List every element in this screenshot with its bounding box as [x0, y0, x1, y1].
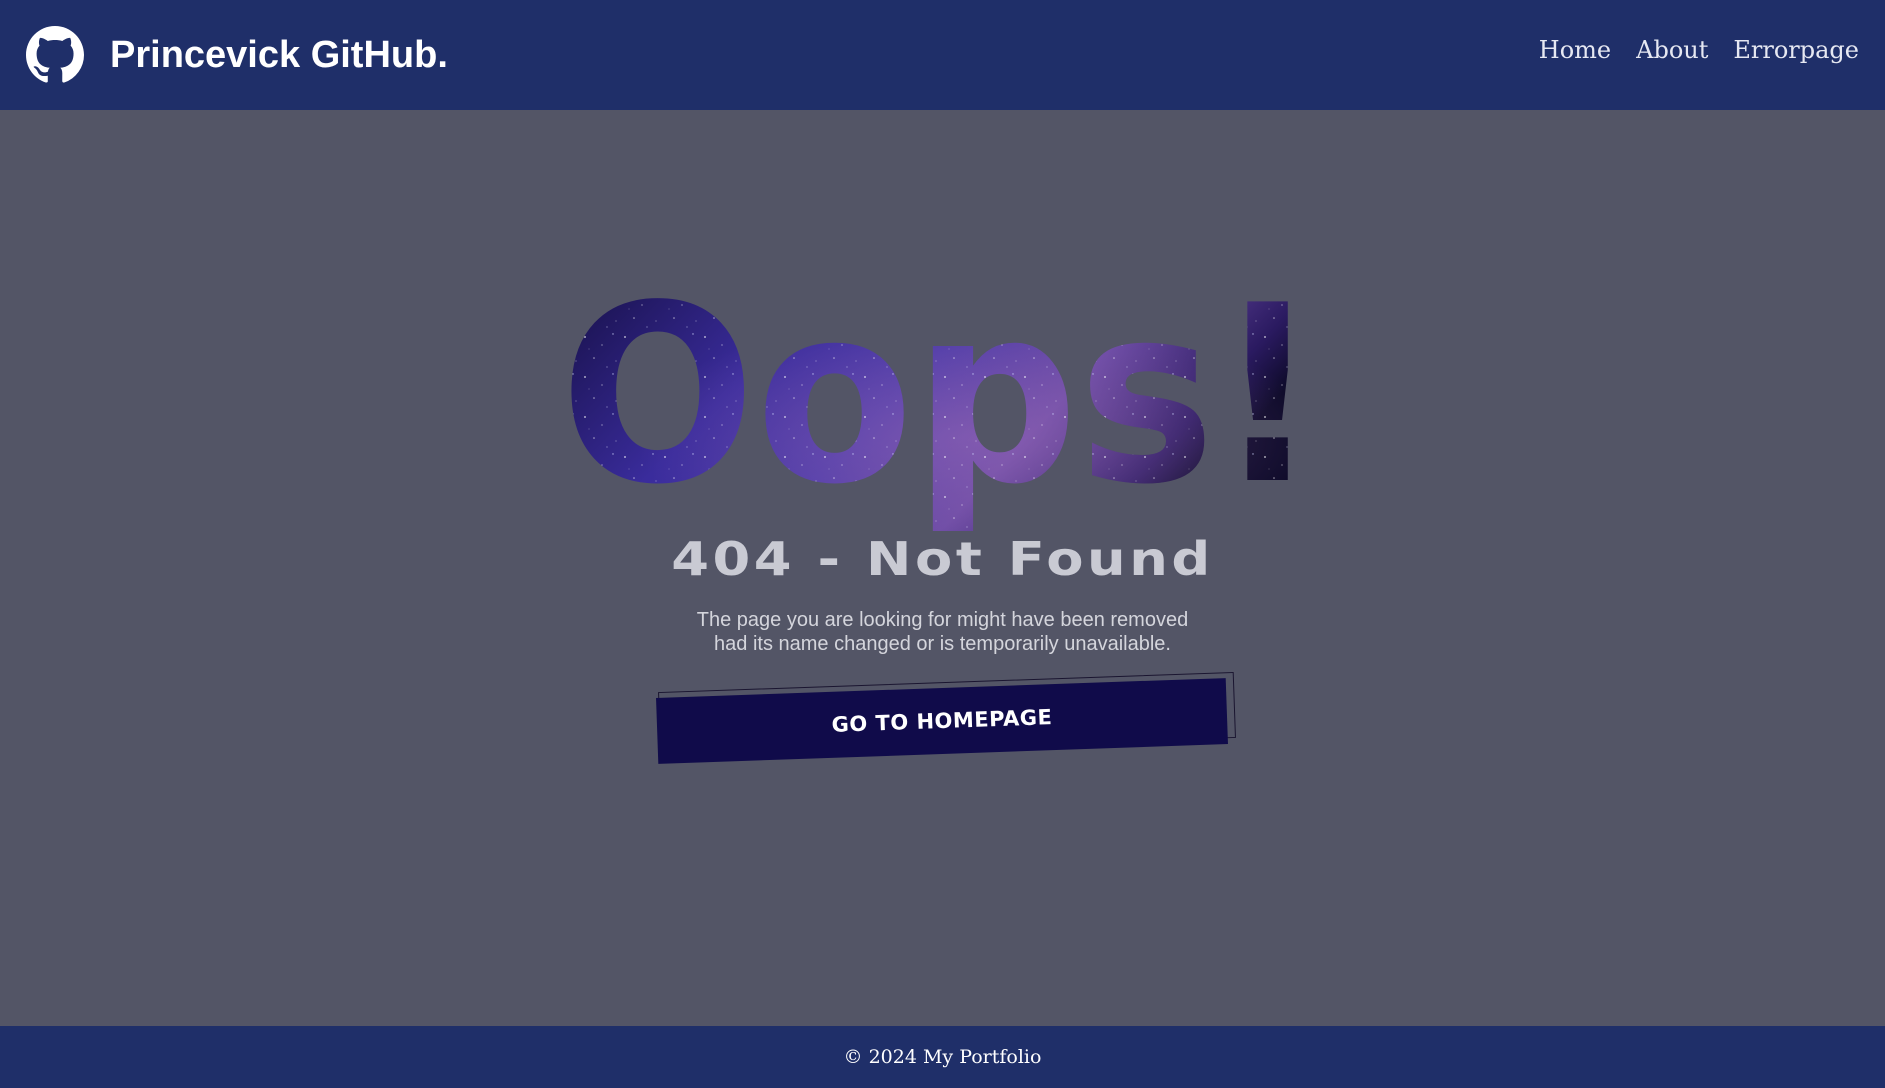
site-footer: © 2024 My Portfolio	[0, 1026, 1885, 1088]
site-header: Princevick GitHub. Home About Errorpage	[0, 0, 1885, 110]
github-octocat-icon	[26, 26, 84, 83]
error-description: The page you are looking for might have …	[0, 608, 1885, 656]
go-home-button-label: GO TO HOMEPAGE	[831, 705, 1053, 737]
main-nav: Home About Errorpage	[1539, 36, 1859, 64]
footer-copyright: © 2024 My Portfolio	[843, 1046, 1042, 1068]
site-title: Princevick GitHub.	[110, 33, 448, 76]
error-description-line-2: had its name changed or is temporarily u…	[714, 633, 1171, 655]
nav-link-errorpage[interactable]: Errorpage	[1733, 36, 1859, 64]
oops-headline: Oops! Oops! Oops!	[560, 290, 1320, 538]
oops-text-stars: Oops!	[560, 290, 1320, 538]
brand[interactable]: Princevick GitHub.	[26, 26, 448, 84]
nav-link-about[interactable]: About	[1636, 36, 1708, 64]
go-home-button-wrap: GO TO HOMEPAGE	[655, 671, 1236, 764]
error-subtitle: 404 - Not Found	[671, 532, 1214, 586]
nav-link-home[interactable]: Home	[1539, 36, 1611, 64]
error-description-line-1: The page you are looking for might have …	[696, 609, 1189, 631]
